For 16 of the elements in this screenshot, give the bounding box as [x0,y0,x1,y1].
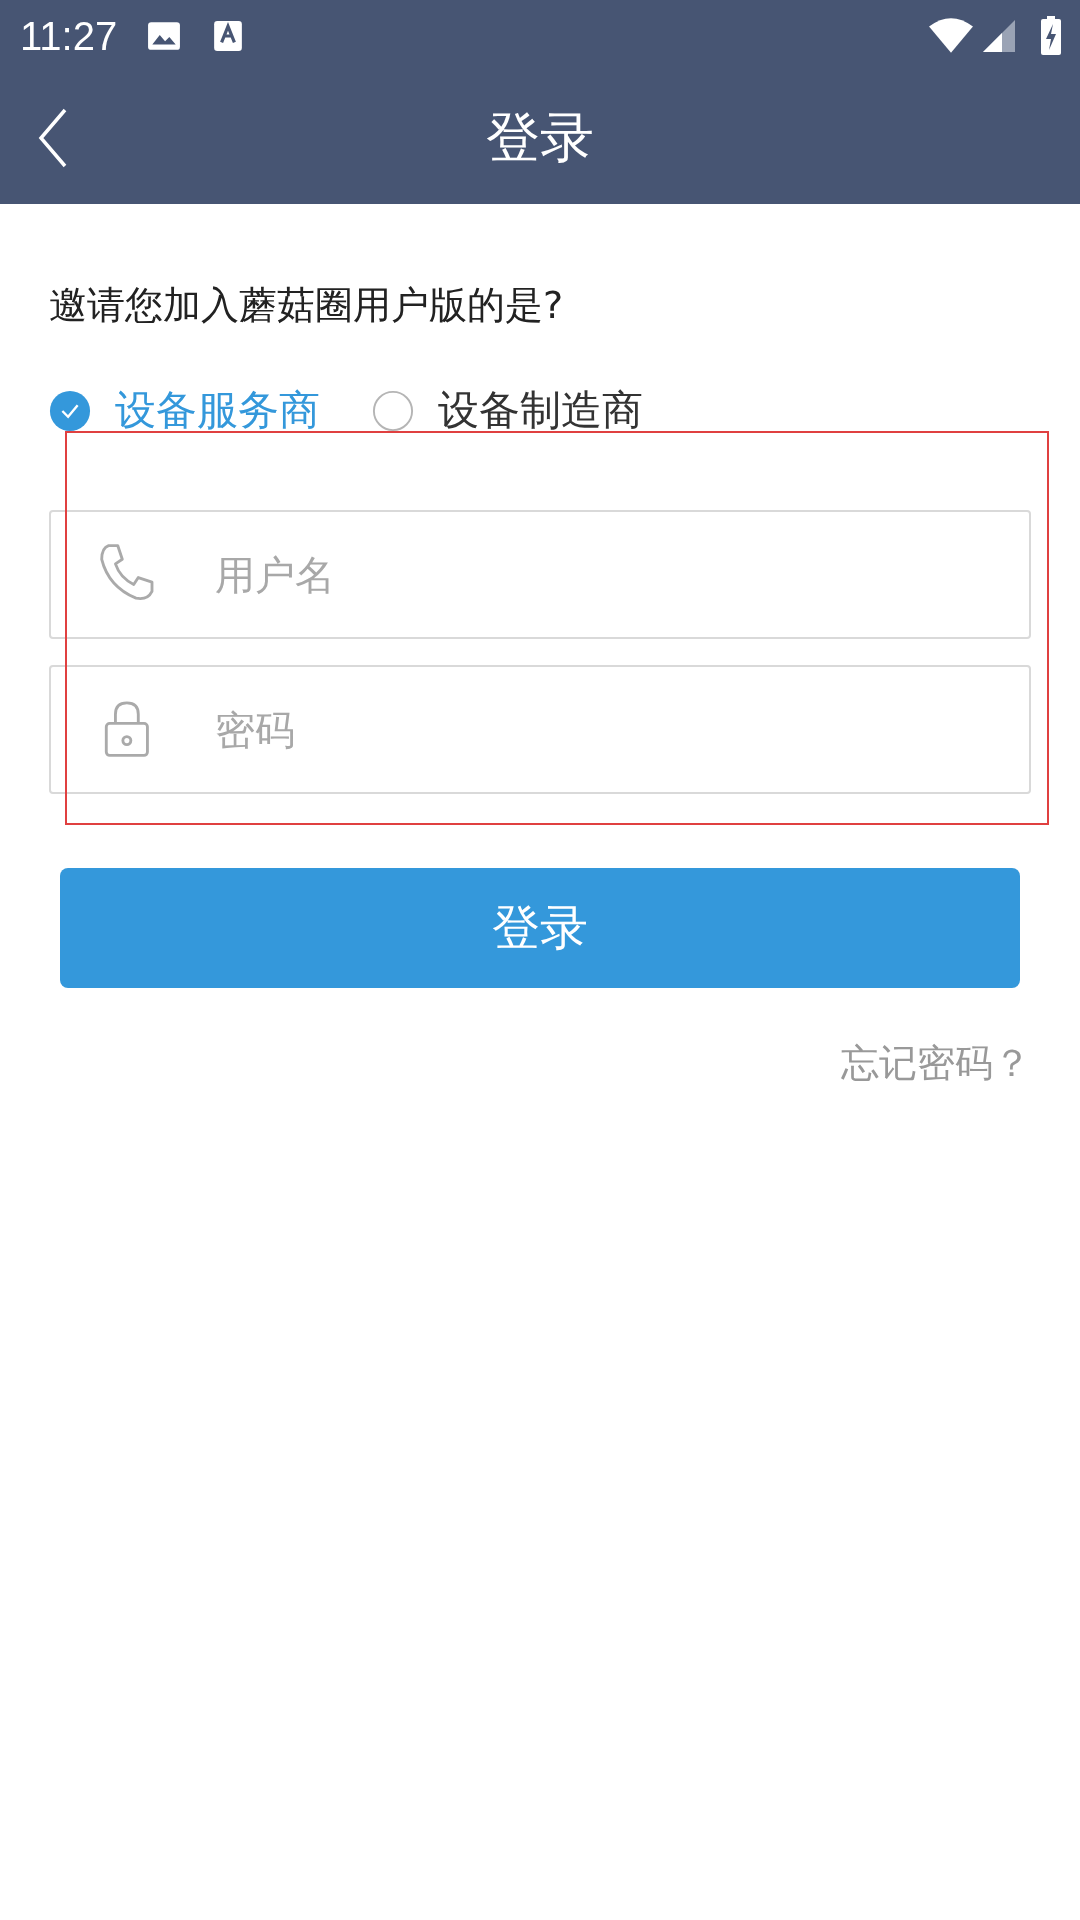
input-field[interactable]: 用户名 [49,510,1031,639]
checked-radio-icon [49,389,91,432]
wifi-icon [928,18,974,54]
page-title: 登录 [486,104,594,171]
forgot-password-link[interactable]: 忘记密码？ [841,1038,1031,1089]
role-option[interactable]: 设备服务商 [49,383,320,438]
image-icon [147,20,182,52]
login-button[interactable]: 登录 [60,868,1020,988]
role-option[interactable]: 设备制造商 [372,383,643,438]
status-time: 11:27 [20,13,118,59]
signal-icon [982,19,1016,53]
input-field[interactable]: 密码 [49,665,1031,794]
question-text: 邀请您加入蘑菇圈用户版的是? [49,282,565,329]
back-icon[interactable] [38,108,68,168]
battery-icon [1040,16,1062,56]
radio-icon [372,389,414,432]
